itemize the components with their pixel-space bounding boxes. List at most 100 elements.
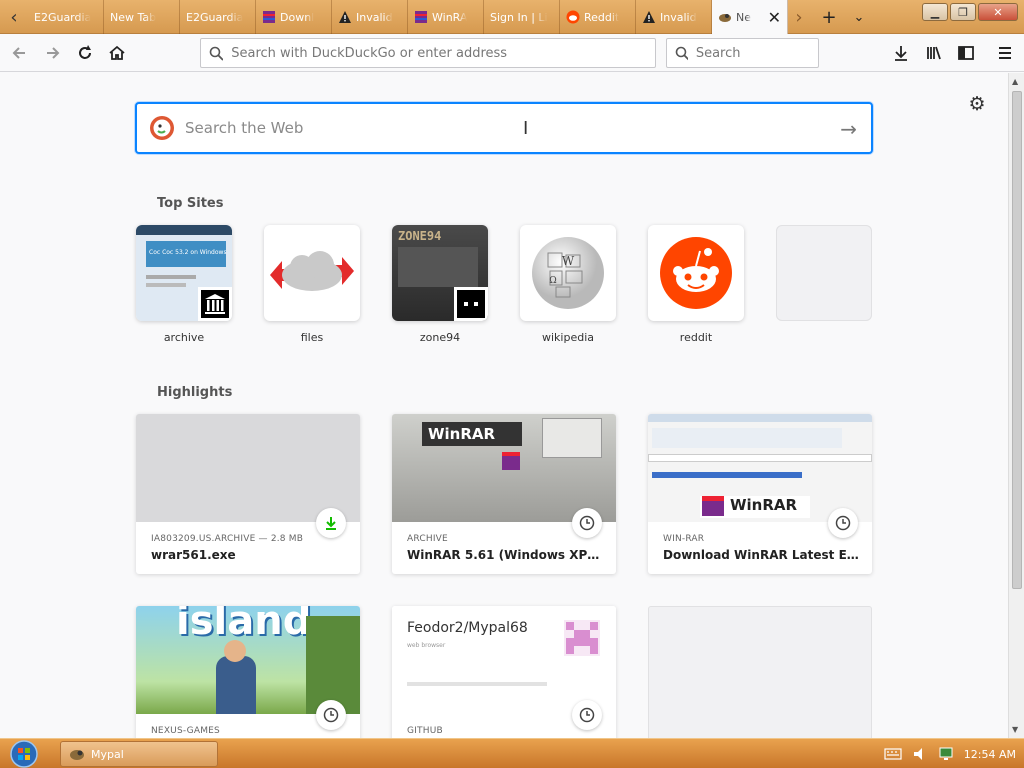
highlight-card-placeholder (648, 606, 872, 738)
winrar-icon (414, 10, 428, 24)
all-tabs-chevron-icon[interactable]: ⌄ (844, 10, 874, 25)
top-site-wikipedia[interactable]: W Ω wikipedia (520, 225, 616, 344)
taskbar-item-mypal[interactable]: Mypal (60, 741, 218, 767)
network-icon[interactable] (938, 746, 954, 762)
warning-icon (642, 10, 656, 24)
tabs-scroll-left-button[interactable]: ‹ (0, 0, 28, 34)
tab-label: Reddit (584, 10, 620, 24)
island-logo-text: island (176, 606, 312, 644)
minimize-button[interactable]: ▁ (922, 3, 948, 21)
card-source: WIN-RAR (663, 534, 705, 544)
tab-label: New Tab (110, 10, 157, 24)
sidebar-button[interactable] (953, 40, 979, 66)
top-site-files[interactable]: files (264, 225, 360, 344)
search-input[interactable] (695, 45, 818, 61)
tab[interactable]: Invalid (332, 0, 408, 34)
url-bar[interactable] (200, 38, 656, 68)
forward-button[interactable] (40, 40, 66, 66)
cloud-exchange-icon (270, 251, 354, 291)
tab[interactable]: Downl (256, 0, 332, 34)
tab-label: Invalid (660, 10, 697, 24)
tab-label: Downl (280, 10, 315, 24)
mypal-icon (718, 10, 732, 24)
web-search-input[interactable] (185, 119, 805, 137)
keyboard-icon[interactable] (884, 747, 902, 761)
back-arrow-icon (12, 47, 25, 59)
library-button[interactable] (921, 40, 947, 66)
site-label: reddit (679, 331, 713, 344)
tab-label: Invalid (356, 10, 393, 24)
web-search-box[interactable]: I → (135, 102, 873, 154)
reload-icon (79, 45, 91, 59)
start-button[interactable] (6, 740, 42, 768)
card-preview-image: WinRAR (648, 414, 872, 522)
site-label: files (300, 331, 324, 344)
scroll-down-arrow-icon[interactable]: ▼ (1012, 725, 1018, 734)
downloads-button[interactable] (888, 40, 914, 66)
card-title: WinRAR 5.61 (Windows XP 32-B... (407, 548, 603, 562)
card-source: IA803209.US.ARCHIVE — 2.8 MB (151, 534, 304, 544)
maximize-button[interactable]: ❐ (950, 3, 976, 21)
clock-icon (572, 700, 602, 730)
tab-label: Ne (736, 10, 751, 24)
top-site-empty-slot[interactable] (776, 225, 872, 344)
tab-label: Sign In | Li (490, 10, 548, 24)
scroll-up-arrow-icon[interactable]: ▲ (1012, 77, 1018, 86)
card-preview-image: Feodor2/Mypal68 web browser (392, 606, 616, 714)
highlight-card[interactable]: WinRAR WIN-RAR Download WinRAR Latest En… (648, 414, 872, 574)
search-bar[interactable] (666, 38, 819, 68)
library-icon (927, 46, 941, 60)
top-site-reddit[interactable]: reddit (648, 225, 744, 344)
highlight-card[interactable]: WinRAR ARCHIVE WinRAR 5.61 (Windows XP 3… (392, 414, 616, 574)
speaker-icon[interactable] (912, 746, 928, 762)
home-icon (109, 45, 125, 60)
scrollbar-thumb[interactable] (1012, 91, 1022, 589)
reddit-icon (566, 10, 580, 24)
tab-active[interactable]: Ne ✕ (712, 0, 788, 34)
card-preview-image: island (136, 606, 360, 714)
tab[interactable]: Reddit (560, 0, 636, 34)
close-tab-icon[interactable]: ✕ (768, 8, 781, 27)
tabs-scroll-right-button[interactable]: › (784, 7, 814, 28)
back-button[interactable] (6, 40, 32, 66)
new-tab-button[interactable]: + (814, 7, 844, 28)
tab[interactable]: E2Guardia (180, 0, 256, 34)
highlight-card[interactable]: Feodor2/Mypal68 web browser GITHUB (392, 606, 616, 738)
mypal-icon (70, 750, 84, 760)
tab-strip: ‹ E2Guardia New Tab E2Guardia Downl Inva… (0, 0, 1024, 34)
top-sites-grid: Coc Coc 53.2 on Windows archive files ZO… (136, 225, 872, 344)
winrar-icon (262, 10, 276, 24)
gear-icon[interactable]: ⚙ (966, 93, 988, 115)
svg-text:Ω: Ω (549, 276, 556, 286)
site-thumbnail: W Ω (520, 225, 616, 321)
site-thumbnail (264, 225, 360, 321)
clock-icon (316, 700, 346, 730)
top-site-zone94[interactable]: ZONE94 zone94 (392, 225, 488, 344)
highlight-card[interactable]: IA803209.US.ARCHIVE — 2.8 MB wrar561.exe (136, 414, 360, 574)
home-button[interactable] (104, 40, 130, 66)
top-sites-title: Top Sites (157, 196, 224, 211)
clock-icon (828, 508, 858, 538)
card-title: wrar561.exe (151, 548, 236, 562)
tab[interactable]: Invalid (636, 0, 712, 34)
download-icon (895, 46, 907, 61)
vertical-scrollbar[interactable]: ▲ ▼ (1008, 73, 1024, 738)
tab[interactable]: WinRA (408, 0, 484, 34)
card-title: Download WinRAR Latest Englis... (663, 548, 859, 562)
close-window-button[interactable]: ✕ (978, 3, 1018, 21)
tab[interactable]: E2Guardia (28, 0, 104, 34)
clock-time[interactable]: 12:54 AM (964, 748, 1016, 761)
site-thumbnail-placeholder (776, 225, 872, 321)
menu-button[interactable] (992, 40, 1018, 66)
search-submit-arrow-icon[interactable]: → (840, 117, 857, 141)
url-input[interactable] (231, 45, 655, 61)
top-site-archive[interactable]: Coc Coc 53.2 on Windows archive (136, 225, 232, 344)
tab[interactable]: New Tab (104, 0, 180, 34)
highlight-card[interactable]: island NEXUS-GAMES (136, 606, 360, 738)
new-tab-page: ⚙ I → Top Sites Coc Coc 53.2 on Windows … (0, 73, 1008, 738)
site-label: zone94 (419, 331, 461, 344)
hamburger-menu-icon (999, 47, 1011, 59)
system-tray: 12:54 AM (884, 739, 1016, 768)
reload-button[interactable] (72, 40, 98, 66)
tab[interactable]: Sign In | Li (484, 0, 560, 34)
